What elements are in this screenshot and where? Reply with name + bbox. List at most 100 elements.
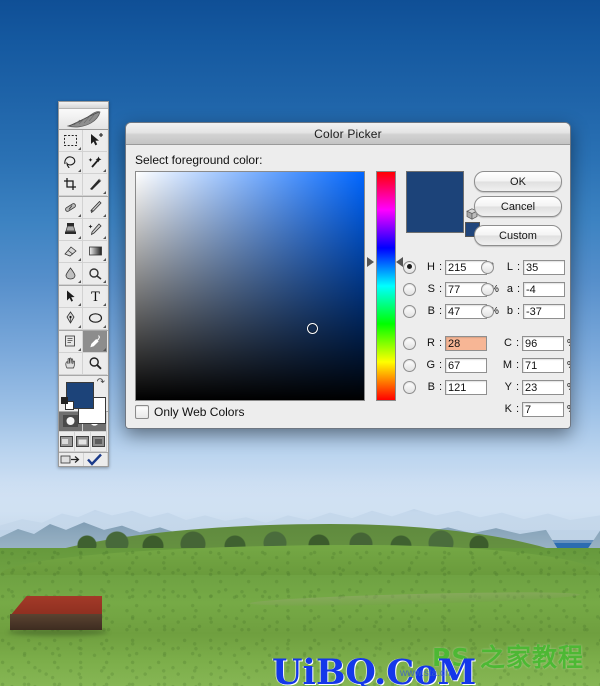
cmyk-row: C: 96 % — [497, 334, 570, 352]
lab-row: a: -4 — [481, 280, 565, 298]
label-hue: H — [427, 261, 435, 273]
label-brightness: B — [427, 305, 435, 317]
checkbox-box[interactable] — [135, 405, 149, 419]
tool-more-indicator — [103, 347, 106, 351]
tool-marquee[interactable] — [59, 129, 83, 152]
tool-lasso[interactable] — [59, 151, 83, 174]
tool-more-indicator — [78, 324, 81, 328]
svg-text:T: T — [91, 290, 100, 303]
cancel-button[interactable]: Cancel — [474, 196, 562, 217]
radio-lightness[interactable] — [481, 260, 494, 274]
hue-slider-left-arrow[interactable] — [367, 257, 374, 267]
input-lab-b[interactable]: -37 — [523, 303, 565, 319]
ok-button[interactable]: OK — [474, 171, 562, 192]
tool-pen[interactable] — [59, 307, 83, 330]
tool-healing-brush[interactable] — [59, 196, 83, 219]
swap-colors-icon[interactable]: ↷ — [97, 377, 105, 388]
tool-path-selection[interactable] — [59, 285, 83, 308]
tool-more-indicator — [103, 279, 106, 283]
radio-lab-a[interactable] — [481, 282, 494, 296]
input-green[interactable]: 67 — [445, 357, 487, 373]
screen: PS 之家教程 UiBQ.CoM www.sta.cn T ↷ Color Pi… — [0, 0, 600, 686]
full-screen-mode-button[interactable] — [91, 431, 107, 452]
tool-brush[interactable] — [83, 196, 107, 219]
color-swatches[interactable]: ↷ — [59, 375, 108, 424]
lab-row: b: -37 — [481, 302, 565, 320]
photoshop-toolbar[interactable]: T ↷ — [58, 101, 109, 467]
tool-more-indicator — [103, 257, 106, 261]
radio-hue[interactable] — [403, 260, 416, 274]
tool-dodge[interactable] — [83, 262, 107, 285]
label-cyan: C — [504, 337, 512, 349]
unit-black: % — [567, 404, 570, 415]
input-red[interactable]: 28 — [445, 335, 487, 351]
jump-to-bar[interactable] — [59, 452, 108, 466]
hue-slider[interactable] — [376, 171, 396, 401]
tool-notes[interactable] — [59, 330, 83, 353]
tool-hand[interactable] — [59, 352, 83, 375]
tool-move[interactable] — [83, 129, 107, 152]
radio-lab-b[interactable] — [481, 304, 494, 318]
label-red: R — [427, 337, 435, 349]
tool-more-indicator — [103, 235, 106, 239]
radio-green[interactable] — [403, 358, 416, 372]
color-field-cursor[interactable] — [307, 323, 318, 334]
radio-blue[interactable] — [403, 380, 416, 394]
label-lab-a: a — [506, 283, 513, 295]
input-yellow[interactable]: 23 — [522, 379, 564, 395]
tool-gradient[interactable] — [83, 240, 107, 263]
tool-history-brush[interactable] — [83, 218, 107, 241]
unit-cyan: % — [567, 338, 570, 349]
edit-in-imageready-button[interactable] — [84, 452, 108, 466]
radio-saturation[interactable] — [403, 282, 416, 296]
default-colors-icon[interactable] — [61, 396, 74, 410]
tool-eyedropper[interactable] — [83, 330, 107, 353]
tool-type[interactable]: T — [83, 285, 107, 308]
saturation-brightness-field[interactable] — [135, 171, 365, 401]
tool-group-selection[interactable] — [59, 129, 108, 197]
only-web-colors-label: Only Web Colors — [154, 405, 245, 419]
tool-blur[interactable] — [59, 262, 83, 285]
custom-button[interactable]: Custom — [474, 225, 562, 246]
jump-to-imageready-button[interactable] — [59, 452, 84, 466]
dialog-titlebar[interactable]: Color Picker — [126, 123, 570, 145]
label-black: K — [504, 403, 512, 415]
input-lab-a[interactable]: -4 — [523, 281, 565, 297]
only-web-colors-checkbox[interactable]: Only Web Colors — [135, 405, 244, 419]
label-lab-b: b — [506, 305, 513, 317]
label-lightness: L — [506, 261, 513, 273]
tool-slice[interactable] — [83, 173, 107, 196]
tool-ellipse[interactable] — [83, 307, 107, 330]
radio-red[interactable] — [403, 336, 416, 350]
input-cyan[interactable]: 96 — [522, 335, 564, 351]
color-picker-dialog[interactable]: Color Picker Select foreground color: OK… — [125, 122, 571, 429]
tool-more-indicator — [78, 213, 81, 217]
cmyk-row: Y: 23 % — [497, 378, 570, 396]
color-preview-swatch — [406, 171, 464, 233]
standard-screen-mode-button[interactable] — [59, 431, 75, 452]
radio-brightness[interactable] — [403, 304, 416, 318]
input-blue[interactable]: 121 — [445, 379, 487, 395]
tool-crop[interactable] — [59, 173, 83, 196]
feather-logo-icon — [59, 108, 108, 130]
tool-group-vector[interactable]: T — [59, 285, 108, 331]
tool-magic-wand[interactable] — [83, 151, 107, 174]
tool-zoom[interactable] — [83, 352, 107, 375]
full-screen-menubar-button[interactable] — [75, 431, 91, 452]
lab-row: L: 35 — [481, 258, 565, 276]
toolbar-drag-handle[interactable] — [59, 102, 108, 109]
tool-clone-stamp[interactable] — [59, 218, 83, 241]
tool-group-retouch[interactable] — [59, 196, 108, 286]
hue-slider-right-arrow[interactable] — [396, 257, 403, 267]
input-magenta[interactable]: 71 — [522, 357, 564, 373]
rgb-row: B: 121 — [403, 378, 487, 396]
tool-more-indicator — [78, 235, 81, 239]
dialog-title: Color Picker — [314, 126, 382, 141]
tool-group-utility[interactable] — [59, 330, 108, 376]
input-black[interactable]: 7 — [522, 401, 564, 417]
tool-more-indicator — [103, 324, 106, 328]
label-green: G — [426, 359, 435, 371]
input-lightness[interactable]: 35 — [523, 259, 565, 275]
tool-eraser[interactable] — [59, 240, 83, 263]
watermark-sub: www.sta.cn — [400, 668, 451, 679]
